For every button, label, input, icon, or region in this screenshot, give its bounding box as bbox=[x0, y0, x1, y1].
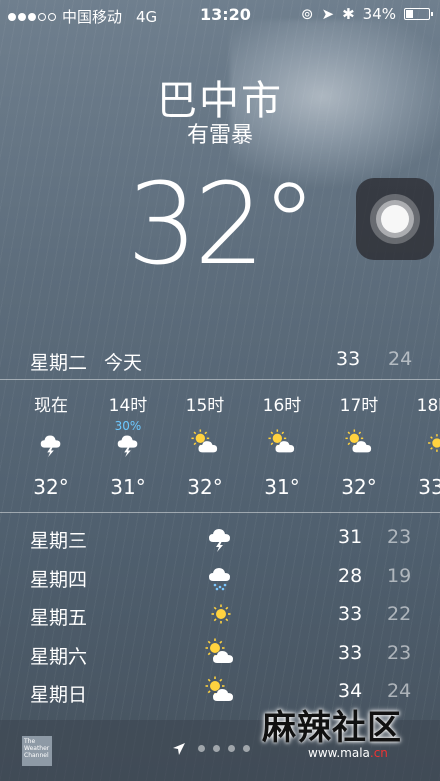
partly-sunny-icon bbox=[345, 429, 372, 453]
day-name: 星期六 bbox=[30, 645, 88, 668]
today-day: 星期二 bbox=[30, 352, 88, 374]
current-location-icon[interactable] bbox=[172, 742, 186, 756]
hour-label: 16时 bbox=[262, 396, 302, 416]
status-time: 13:20 bbox=[200, 5, 251, 24]
signal-strength-icon bbox=[8, 12, 56, 21]
day-low: 22 bbox=[387, 603, 412, 625]
day-low: 24 bbox=[387, 680, 412, 702]
thunderstorm-icon bbox=[117, 435, 138, 457]
page-dot[interactable] bbox=[243, 745, 250, 752]
weather-channel-logo[interactable]: The Weather Channel bbox=[22, 736, 52, 766]
day-high: 34 bbox=[338, 680, 363, 702]
status-bar: 中国移动 4G 13:20 ⊚ ➤ ✱ 34% bbox=[0, 0, 440, 30]
hour-label: 17时 bbox=[339, 396, 379, 416]
hour-temperature: 32° bbox=[187, 475, 223, 499]
partly-sunny-icon bbox=[205, 638, 233, 663]
hour-temperature: 32° bbox=[341, 475, 377, 499]
day-high: 28 bbox=[338, 564, 363, 587]
day-low: 23 bbox=[387, 526, 412, 548]
page-dot[interactable] bbox=[198, 745, 205, 752]
bluetooth-icon: ✱ bbox=[342, 5, 355, 23]
hourly-forecast[interactable]: 现在32°14时30%31°15时32°16时31°17时32°18时33° bbox=[0, 385, 440, 507]
day-name: 星期五 bbox=[30, 607, 88, 629]
thunderstorm-icon bbox=[40, 435, 61, 457]
today-low: 24 bbox=[388, 348, 413, 370]
hour-label: 现在 bbox=[34, 396, 68, 416]
daily-row: 星期四 28 19 bbox=[0, 557, 440, 595]
hour-label: 14时 bbox=[108, 396, 148, 416]
assistive-touch-button[interactable] bbox=[356, 178, 434, 260]
day-high: 33 bbox=[338, 641, 363, 664]
hour-temperature: 33° bbox=[418, 475, 440, 499]
rain-icon bbox=[209, 567, 230, 590]
day-name: 星期三 bbox=[30, 530, 88, 552]
divider bbox=[0, 512, 440, 513]
hour-label: 18时 bbox=[416, 396, 440, 416]
site-watermark: 麻辣社区 www.mala.cn bbox=[262, 700, 440, 780]
partly-sunny-icon bbox=[205, 676, 233, 701]
daily-row: 星期六 33 23 bbox=[0, 634, 440, 672]
battery-icon bbox=[404, 8, 433, 20]
today-summary: 星期二 今天 33 24 bbox=[0, 343, 440, 379]
rotation-lock-icon: ⊚ bbox=[300, 5, 314, 23]
location-services-icon: ➤ bbox=[321, 5, 335, 23]
day-high: 31 bbox=[338, 526, 363, 548]
hour-temperature: 32° bbox=[33, 475, 69, 499]
partly-sunny-icon bbox=[191, 429, 218, 453]
daily-row: 星期三 31 23 bbox=[0, 518, 440, 556]
day-name: 星期日 bbox=[30, 684, 88, 706]
day-low: 19 bbox=[387, 564, 412, 587]
page-indicator[interactable] bbox=[198, 745, 250, 752]
watermark-url: www.mala.cn bbox=[308, 746, 388, 760]
divider bbox=[0, 379, 440, 380]
hour-temperature: 31° bbox=[110, 475, 146, 499]
sun-icon bbox=[428, 434, 440, 452]
today-label: 今天 bbox=[104, 352, 143, 374]
daily-row: 星期五 33 22 bbox=[0, 595, 440, 633]
thunderstorm-icon bbox=[209, 529, 230, 552]
sun-icon bbox=[211, 604, 231, 624]
hour-label: 15时 bbox=[185, 396, 225, 416]
partly-sunny-icon bbox=[268, 429, 295, 453]
network-type: 4G bbox=[136, 7, 158, 26]
current-condition: 有雷暴 bbox=[186, 123, 253, 148]
watermark-title: 麻辣社区 bbox=[262, 708, 402, 748]
today-high: 33 bbox=[336, 348, 361, 370]
day-name: 星期四 bbox=[30, 568, 88, 591]
battery-percent: 34% bbox=[362, 5, 396, 23]
page-dot[interactable] bbox=[228, 745, 235, 752]
hour-temperature: 31° bbox=[264, 475, 300, 499]
carrier-name: 中国移动 bbox=[62, 8, 123, 26]
day-high: 33 bbox=[338, 603, 363, 625]
day-low: 23 bbox=[387, 641, 412, 664]
page-dot[interactable] bbox=[213, 745, 220, 752]
